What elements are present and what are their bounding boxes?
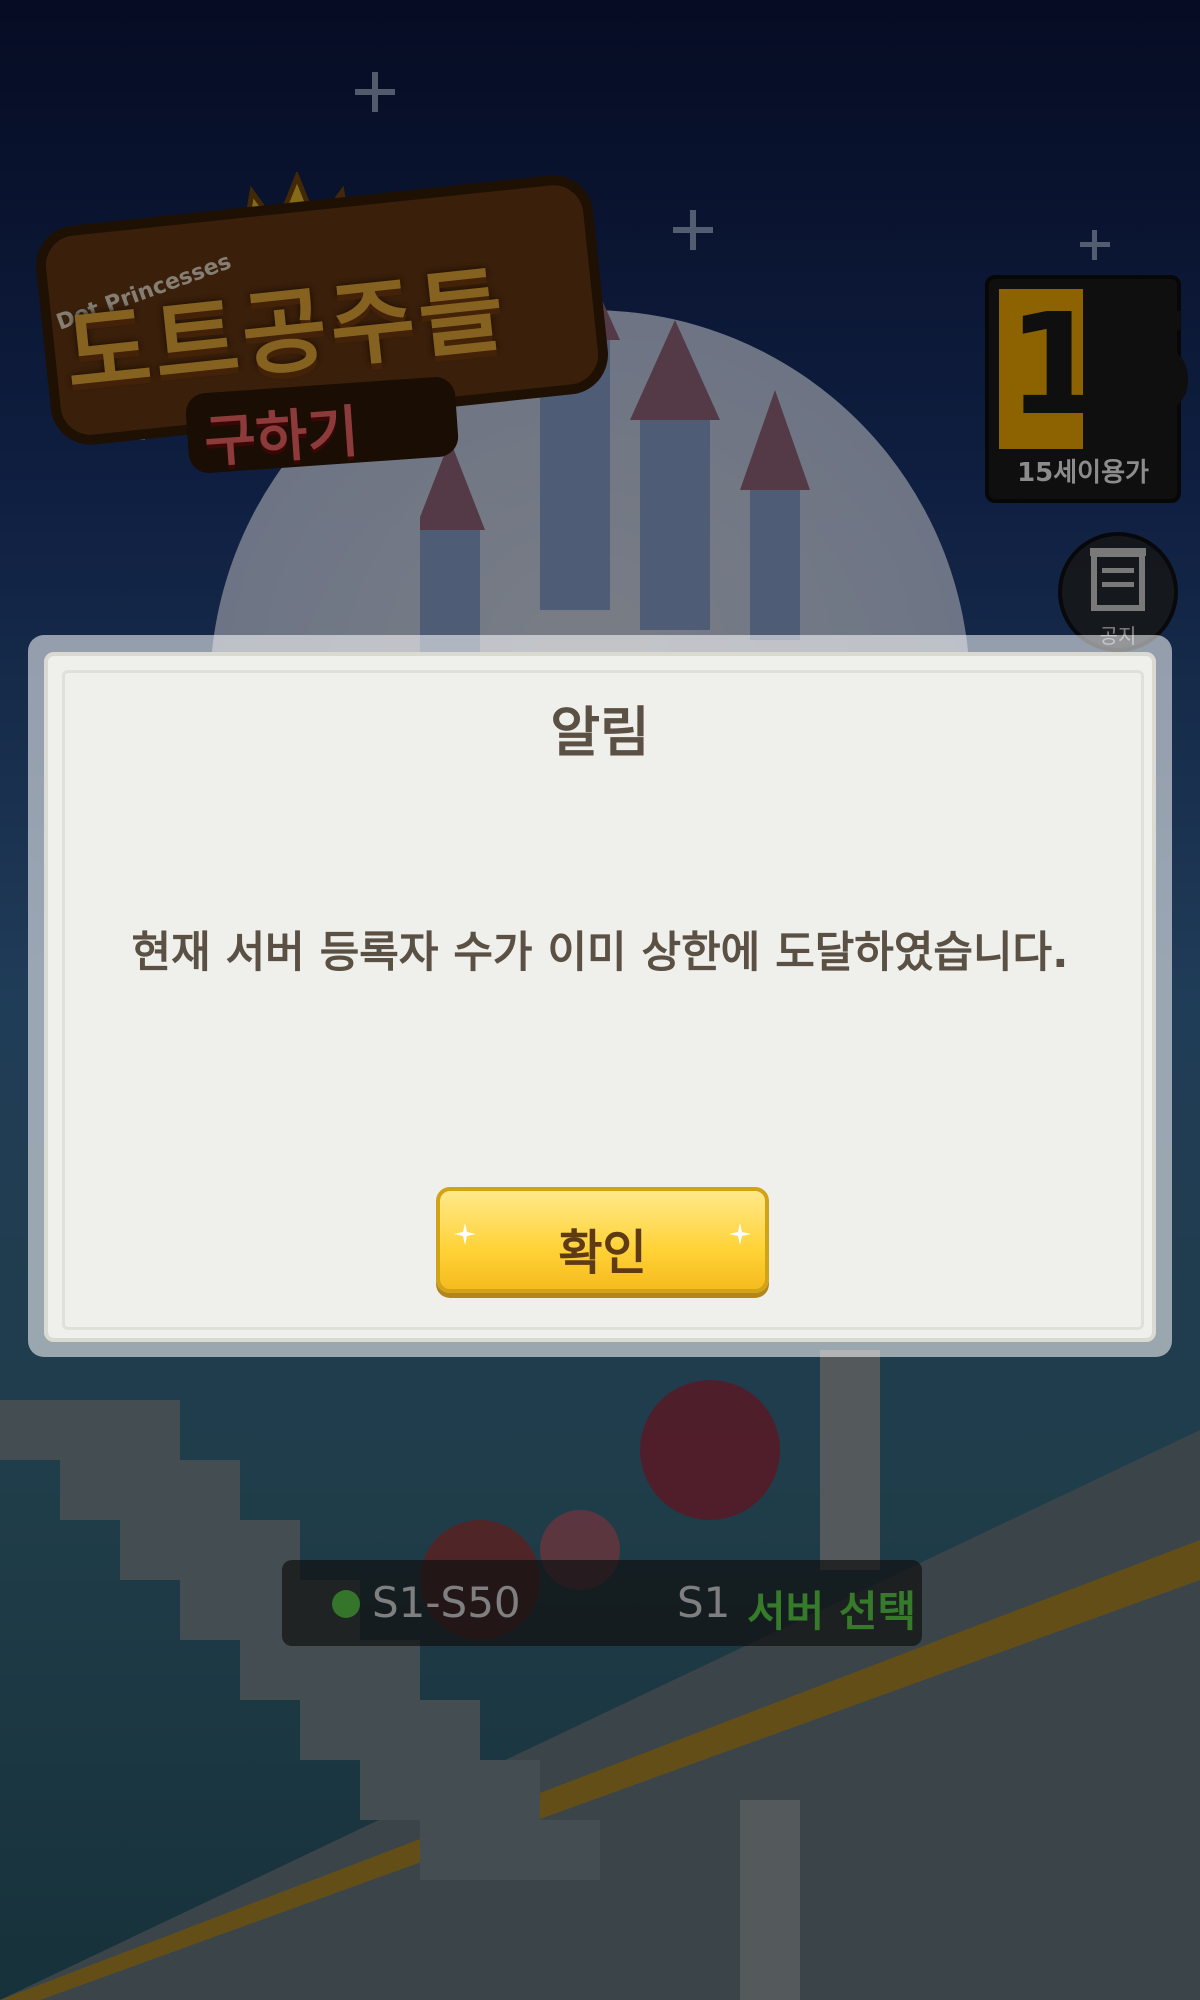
- sparkle-icon: [729, 1223, 751, 1245]
- dialog-message: 현재 서버 등록자 수가 이미 상한에 도달하였습니다.: [131, 928, 1069, 978]
- confirm-button[interactable]: 확인: [436, 1187, 769, 1293]
- alert-dialog: 알림 현재 서버 등록자 수가 이미 상한에 도달하였습니다. 확인: [44, 652, 1156, 1342]
- confirm-button-label: 확인: [558, 1225, 647, 1281]
- dialog-title: 알림: [550, 701, 650, 764]
